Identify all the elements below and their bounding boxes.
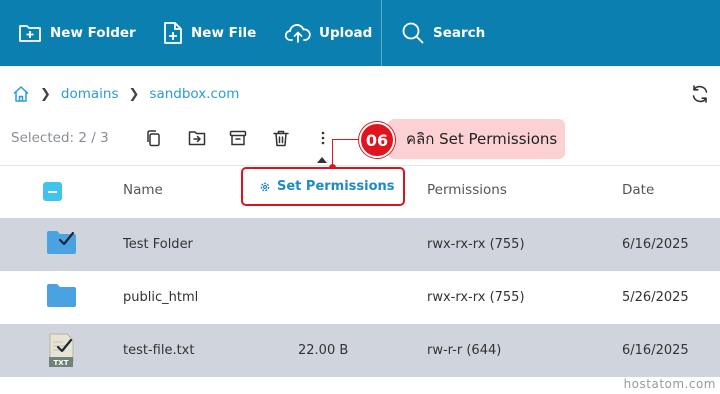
selection-count: Selected: 2 / 3 bbox=[11, 130, 109, 146]
table-row[interactable]: Test Folder rwx-rx-rx (755) 6/16/2025 bbox=[0, 218, 720, 271]
file-size: 22.00 B bbox=[298, 343, 349, 358]
file-date: 5/26/2025 bbox=[622, 290, 689, 305]
table-row[interactable]: public_html rwx-rx-rx (755) 5/26/2025 bbox=[0, 271, 720, 324]
table-row[interactable]: TXT test-file.txt 22.00 B rw-r-r (644) 6… bbox=[0, 324, 720, 377]
set-permissions-menu-item[interactable]: Set Permissions bbox=[241, 167, 405, 206]
file-permissions: rwx-rx-rx (755) bbox=[427, 290, 525, 305]
select-all-checkbox[interactable] bbox=[43, 182, 62, 201]
breadcrumb-item-sandbox[interactable]: sandbox.com bbox=[149, 86, 239, 102]
column-header-permissions[interactable]: Permissions bbox=[427, 182, 507, 198]
annotation-leader-line bbox=[333, 139, 361, 140]
file-name: Test Folder bbox=[123, 237, 193, 252]
copy-button[interactable] bbox=[143, 128, 163, 148]
move-button[interactable] bbox=[187, 128, 207, 148]
column-header-date[interactable]: Date bbox=[622, 182, 654, 198]
more-vertical-icon bbox=[321, 131, 325, 145]
archive-button[interactable] bbox=[228, 128, 248, 148]
folder-plus-icon bbox=[19, 25, 41, 42]
folder-checked-icon bbox=[47, 231, 76, 254]
svg-text:TXT: TXT bbox=[54, 359, 69, 367]
dropdown-caret bbox=[317, 157, 327, 163]
new-file-button[interactable]: New File bbox=[163, 0, 256, 66]
search-button[interactable]: Search bbox=[401, 0, 485, 66]
upload-button[interactable]: Upload bbox=[285, 0, 372, 66]
more-actions-button[interactable] bbox=[313, 128, 333, 148]
divider bbox=[0, 165, 720, 166]
copy-icon bbox=[147, 129, 160, 146]
archive-icon bbox=[229, 130, 247, 146]
new-file-label: New File bbox=[191, 25, 257, 41]
refresh-icon bbox=[692, 85, 708, 103]
new-folder-button[interactable]: New Folder bbox=[18, 0, 136, 66]
move-to-folder-icon bbox=[188, 131, 206, 146]
home-icon[interactable] bbox=[12, 85, 30, 103]
file-plus-icon bbox=[164, 22, 182, 44]
breadcrumb: ❯ domains ❯ sandbox.com bbox=[12, 84, 239, 104]
file-date: 6/16/2025 bbox=[622, 343, 689, 358]
toolbar: New Folder New File Upload Search bbox=[0, 0, 720, 66]
column-header-name[interactable]: Name bbox=[123, 182, 163, 198]
upload-label: Upload bbox=[319, 25, 373, 41]
folder-icon bbox=[47, 284, 76, 307]
file-name: public_html bbox=[123, 290, 199, 305]
chevron-right-icon: ❯ bbox=[40, 86, 51, 102]
file-manager: New Folder New File Upload Search ❯ doma… bbox=[0, 0, 720, 394]
breadcrumb-item-domains[interactable]: domains bbox=[61, 86, 119, 102]
cloud-upload-icon bbox=[285, 24, 311, 43]
chevron-right-icon: ❯ bbox=[128, 86, 140, 102]
search-label: Search bbox=[433, 25, 486, 41]
watermark: hostatom.com bbox=[623, 377, 716, 391]
file-date: 6/16/2025 bbox=[622, 237, 689, 252]
txt-file-checked-icon: TXT bbox=[49, 333, 74, 367]
file-permissions: rwx-rx-rx (755) bbox=[427, 237, 525, 252]
trash-icon bbox=[273, 130, 289, 146]
new-folder-label: New Folder bbox=[50, 25, 136, 41]
file-name: test-file.txt bbox=[123, 343, 195, 358]
search-icon bbox=[402, 22, 424, 44]
delete-button[interactable] bbox=[271, 128, 291, 148]
gear-icon bbox=[260, 182, 270, 191]
step-badge: 06 bbox=[359, 122, 395, 158]
file-permissions: rw-r-r (644) bbox=[427, 343, 502, 358]
refresh-button[interactable] bbox=[690, 84, 710, 108]
toolbar-divider bbox=[381, 0, 382, 66]
annotation-callout: คลิก Set Permissions bbox=[388, 119, 566, 159]
